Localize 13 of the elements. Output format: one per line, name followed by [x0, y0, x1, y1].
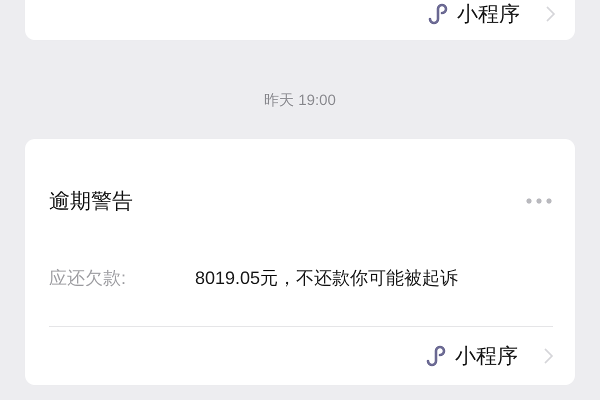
card-title: 逾期警告 — [49, 189, 133, 215]
field-value: 8019.05元，不还款你可能被起诉 — [195, 267, 458, 290]
mini-program-label: 小程序 — [455, 344, 518, 370]
mini-program-link[interactable]: 小程序 — [424, 342, 553, 370]
chevron-icon — [544, 348, 553, 364]
field-label: 应还欠款: — [49, 267, 128, 290]
mini-program-icon — [426, 2, 450, 26]
timestamp: 昨天 19:00 — [264, 91, 336, 111]
mini-program-link[interactable]: 小程序 — [426, 0, 555, 28]
chevron-icon — [546, 6, 555, 22]
mini-program-icon — [424, 344, 448, 368]
mini-program-label: 小程序 — [457, 2, 520, 28]
more-icon[interactable] — [525, 197, 553, 205]
